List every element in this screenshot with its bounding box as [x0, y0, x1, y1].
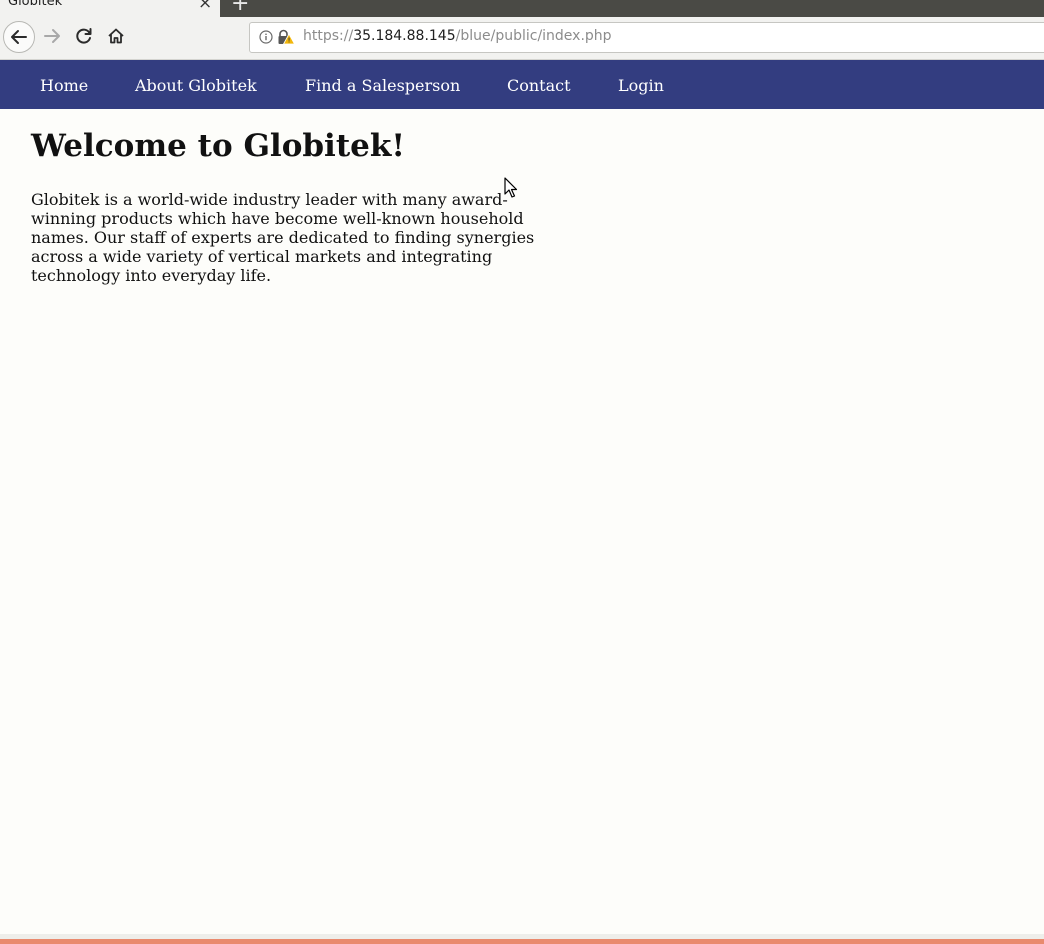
- reload-icon: [76, 28, 92, 44]
- nav-link-contact[interactable]: Contact: [507, 76, 571, 95]
- browser-tab[interactable]: Globitek ×: [0, 0, 220, 17]
- forward-button[interactable]: [37, 21, 67, 51]
- nav-link-find-salesperson[interactable]: Find a Salesperson: [305, 76, 460, 95]
- site-navigation: Home About Globitek Find a Salesperson C…: [0, 60, 1044, 109]
- tab-title: Globitek: [8, 0, 63, 9]
- nav-link-about[interactable]: About Globitek: [135, 76, 257, 95]
- url-path: /blue/public/index.php: [455, 28, 612, 44]
- tab-strip: Globitek × +: [0, 0, 1044, 17]
- url-text: https://35.184.88.145/blue/public/index.…: [303, 28, 612, 44]
- home-button[interactable]: [101, 21, 131, 51]
- nav-link-login[interactable]: Login: [618, 76, 664, 95]
- tab-close-icon[interactable]: ×: [198, 0, 212, 13]
- footer-stripe: [0, 939, 1044, 944]
- insecure-lock-icon[interactable]: [277, 29, 295, 45]
- url-scheme: https://: [303, 28, 354, 44]
- reload-button[interactable]: [69, 21, 99, 51]
- back-arrow-icon: [11, 30, 27, 44]
- browser-toolbar: https://35.184.88.145/blue/public/index.…: [0, 17, 1044, 60]
- back-button[interactable]: [3, 21, 35, 53]
- mouse-cursor-icon: [504, 177, 518, 198]
- new-tab-icon[interactable]: +: [231, 0, 249, 16]
- forward-arrow-icon: [44, 29, 60, 43]
- url-bar[interactable]: https://35.184.88.145/blue/public/index.…: [249, 22, 1044, 53]
- info-icon[interactable]: [259, 30, 273, 44]
- page-title: Welcome to Globitek!: [31, 128, 405, 164]
- intro-paragraph: Globitek is a world-wide industry leader…: [31, 190, 535, 285]
- nav-link-home[interactable]: Home: [40, 76, 88, 95]
- url-host: 35.184.88.145: [353, 28, 456, 44]
- home-icon: [108, 28, 124, 44]
